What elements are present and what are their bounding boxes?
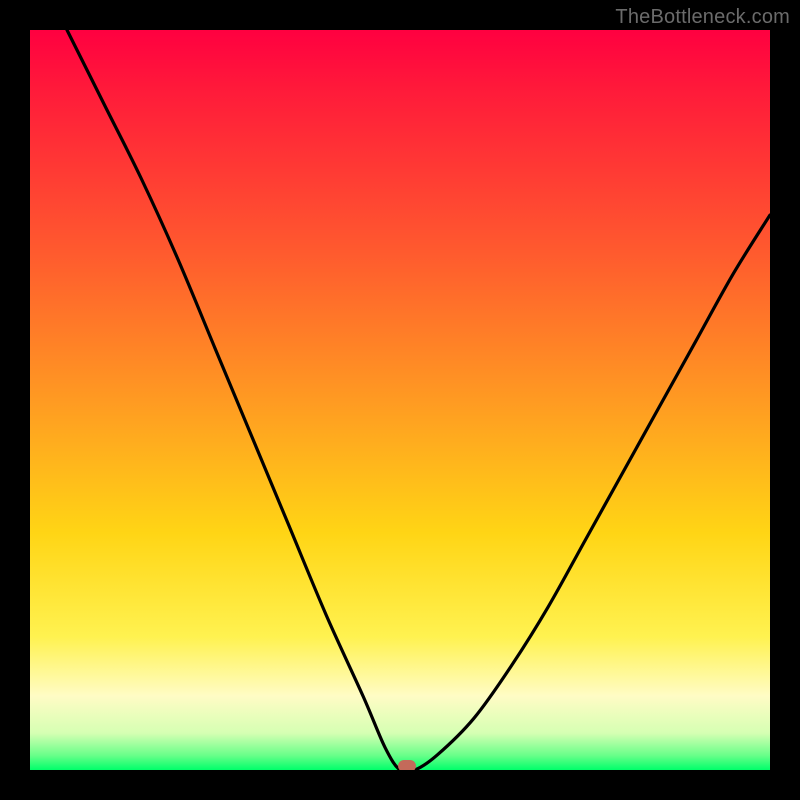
bottleneck-curve xyxy=(67,30,770,770)
plot-area xyxy=(30,30,770,770)
chart-frame: TheBottleneck.com xyxy=(0,0,800,800)
watermark-text: TheBottleneck.com xyxy=(615,6,790,29)
curve-svg xyxy=(30,30,770,770)
optimal-marker xyxy=(398,760,416,770)
